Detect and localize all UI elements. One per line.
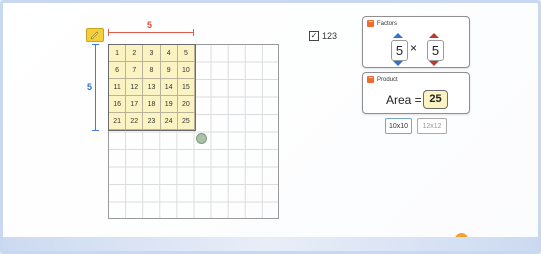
right-decrease-arrow-icon[interactable] [429, 61, 439, 66]
grid-cell: 24 [160, 113, 178, 130]
grid-cell: 21 [109, 113, 127, 130]
factors-panel: − Factors 5 × 5 [362, 16, 470, 68]
reset-icon[interactable] [455, 233, 468, 246]
grid-cell: 14 [160, 79, 178, 96]
left-factor-value: 5 [391, 40, 408, 61]
grid-10x10-button[interactable]: 10x10 [385, 118, 412, 134]
resize-handle[interactable] [196, 133, 207, 144]
grid-cell: 11 [109, 79, 127, 96]
minus-icon[interactable]: − [367, 19, 374, 27]
area-rectangle: 1 2 3 4 5 6 7 8 9 10 11 12 13 14 15 16 17 18 19 20 21 22 23 24 2… [108, 44, 196, 131]
grid-cell: 25 [177, 113, 195, 130]
grid-cell: 3 [143, 45, 161, 62]
left-decrease-arrow-icon[interactable] [393, 61, 403, 66]
grid-cell: 6 [109, 62, 127, 79]
right-increase-arrow-icon[interactable] [429, 33, 439, 38]
product-panel: − Product Area = 25 [362, 72, 470, 114]
minus-icon[interactable]: − [367, 75, 374, 83]
grid-cell: 8 [143, 62, 161, 79]
grid-cell: 9 [160, 62, 178, 79]
grid-cell: 2 [126, 45, 144, 62]
grid-cell: 12 [126, 79, 144, 96]
grid-cell: 13 [143, 79, 161, 96]
grid-cell: 19 [160, 96, 178, 113]
pencil-icon[interactable] [86, 28, 104, 42]
product-title: Product [377, 76, 398, 83]
product-panel-header[interactable]: − Product [367, 75, 398, 83]
grid-12x12-button[interactable]: 12x12 [417, 118, 447, 134]
grid-cell: 18 [143, 96, 161, 113]
grid-cell: 16 [109, 96, 127, 113]
right-factor-value: 5 [427, 40, 444, 61]
height-label: 5 [87, 82, 93, 92]
sim-frame: 5 5 1 2 3 4 5 6 7 8 9 10 11 12 13 14 15 16 17 18 19 20 21 22 2… [0, 0, 541, 254]
checkbox-checked-icon[interactable]: ✓ [309, 31, 319, 41]
height-dimension-line [92, 44, 99, 131]
show-numbers-label: 123 [322, 31, 338, 41]
width-label: 5 [147, 20, 153, 30]
area-label: Area = [386, 93, 422, 107]
grid-cell: 17 [126, 96, 144, 113]
factors-panel-header[interactable]: − Factors [367, 19, 398, 27]
grid-cell: 20 [177, 96, 195, 113]
area-value: 25 [423, 90, 448, 109]
factors-title: Factors [377, 20, 398, 27]
grid-cell: 22 [126, 113, 144, 130]
show-numbers-toggle[interactable]: ✓ 123 [309, 31, 337, 41]
grid-cell: 5 [177, 45, 195, 62]
width-dimension-line [108, 29, 194, 36]
grid-cell: 1 [109, 45, 127, 62]
times-symbol: × [410, 41, 418, 55]
left-increase-arrow-icon[interactable] [393, 33, 403, 38]
grid-cell: 7 [126, 62, 144, 79]
grid-cell: 10 [177, 62, 195, 79]
grid-cell: 15 [177, 79, 195, 96]
grid-cell: 4 [160, 45, 178, 62]
grid-cell: 23 [143, 113, 161, 130]
